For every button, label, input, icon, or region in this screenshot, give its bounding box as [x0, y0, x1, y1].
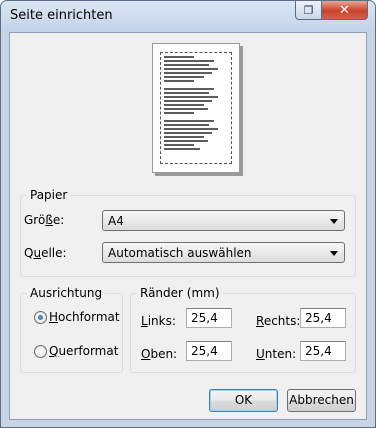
preview-text-line: [164, 76, 204, 78]
help-button[interactable]: ❐: [295, 1, 322, 20]
preview-text-line: [164, 104, 204, 106]
margin-top-label: Oben:: [141, 347, 178, 361]
portrait-radio[interactable]: [34, 311, 47, 324]
preview-text-line: [164, 124, 209, 126]
preview-text-line: [164, 64, 209, 66]
margins-group: Ränder (mm): [130, 286, 356, 373]
portrait-label[interactable]: Hochformat: [49, 310, 120, 324]
preview-text-line: [164, 88, 214, 90]
preview-text-line: [164, 60, 214, 62]
cancel-button[interactable]: Abbrechen: [287, 389, 356, 412]
title-bar[interactable]: Seite einrichten ❐ ✕: [1, 1, 375, 32]
preview-text-line: [164, 136, 204, 138]
close-button[interactable]: ✕: [321, 1, 368, 20]
margin-right-input[interactable]: 25,4: [300, 308, 346, 328]
margin-top-input[interactable]: 25,4: [186, 341, 232, 361]
paper-size-value: A4: [108, 214, 124, 228]
preview-text-line: [164, 128, 218, 130]
preview-text-line: [164, 140, 208, 142]
margins-group-title: Ränder (mm): [137, 286, 223, 300]
dialog-client-area: Papier Größe: A4 Quelle: Automatisch aus…: [9, 32, 367, 420]
margin-right-label: Rechts:: [256, 314, 301, 328]
landscape-label[interactable]: Querformat: [49, 344, 118, 358]
preview-text-line: [164, 96, 218, 98]
paper-group: Papier: [20, 188, 356, 277]
margin-left-label: Links:: [141, 314, 176, 328]
preview-text-line: [164, 92, 209, 94]
page-preview: [152, 43, 240, 173]
page-preview-margins: [160, 52, 232, 164]
preview-text-line: [164, 80, 194, 82]
page-setup-dialog: Seite einrichten ❐ ✕ Papier Größe: A4 Qu…: [0, 0, 376, 428]
preview-text-line: [164, 68, 218, 70]
paper-source-combobox[interactable]: Automatisch auswählen: [102, 242, 345, 263]
paper-size-combobox[interactable]: A4: [102, 210, 345, 231]
preview-text-line: [164, 56, 194, 58]
close-icon: ✕: [339, 2, 350, 18]
landscape-radio[interactable]: [34, 345, 47, 358]
paper-group-title: Papier: [27, 188, 71, 202]
orientation-group: Ausrichtung: [20, 286, 123, 373]
margin-bottom-input[interactable]: 25,4: [300, 341, 346, 361]
orientation-group-title: Ausrichtung: [27, 286, 106, 300]
chevron-down-icon: [330, 219, 338, 224]
paper-source-value: Automatisch auswählen: [108, 246, 252, 260]
window-title: Seite einrichten: [10, 8, 113, 23]
preview-text-line: [164, 148, 200, 150]
paper-source-label: Quelle:: [24, 246, 67, 260]
preview-text-line: [164, 144, 194, 146]
chevron-down-icon: [330, 251, 338, 256]
preview-text-line: [164, 108, 208, 110]
margin-bottom-label: Unten:: [256, 347, 297, 361]
ok-button[interactable]: OK: [209, 389, 278, 412]
help-icon: ❐: [303, 3, 314, 17]
preview-text-line: [164, 112, 194, 114]
preview-text-line: [164, 132, 212, 134]
preview-text-line: [164, 120, 214, 122]
preview-text-line: [164, 72, 212, 74]
paper-size-label: Größe:: [24, 213, 65, 227]
margin-left-input[interactable]: 25,4: [186, 308, 232, 328]
preview-text-line: [164, 100, 212, 102]
